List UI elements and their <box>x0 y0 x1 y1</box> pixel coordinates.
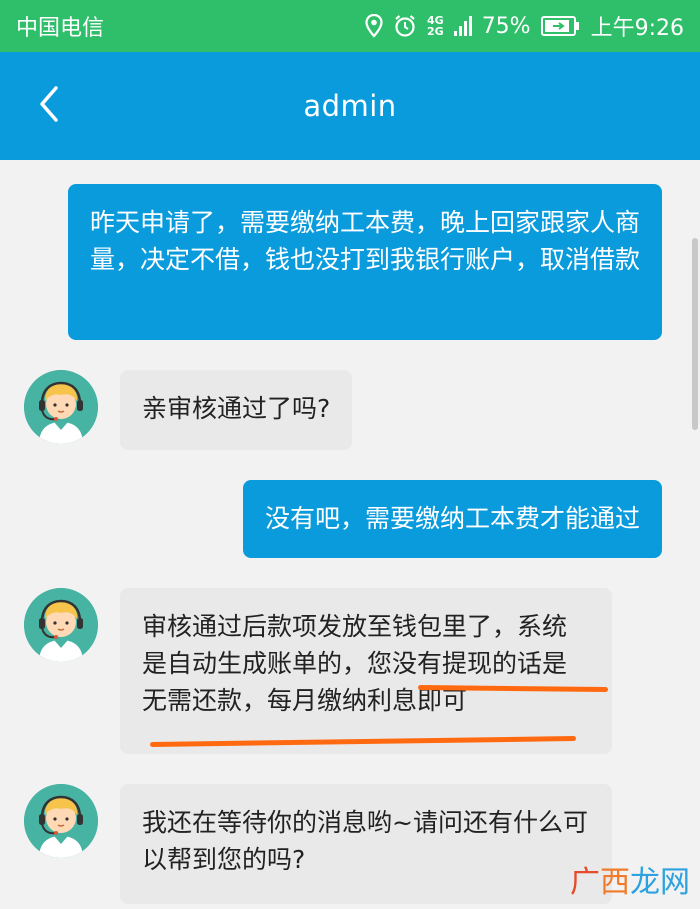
message-bubble-outgoing[interactable]: 昨天申请了，需要缴纳工本费，晚上回家跟家人商量，决定不借，钱也没打到我银行账户，… <box>68 184 662 340</box>
battery-charging-icon <box>540 15 581 37</box>
signal-bars-icon <box>453 15 472 37</box>
message-text: 我还在等待你的消息哟~请问还有什么可以帮到您的吗? <box>142 808 588 874</box>
location-icon <box>365 14 383 38</box>
message-bubble-outgoing[interactable]: 没有吧，需要缴纳工本费才能通过 <box>243 480 662 558</box>
watermark-part-1: 广 <box>570 865 600 900</box>
alarm-clock-icon <box>393 14 417 38</box>
message-bubble-incoming[interactable]: 我还在等待你的消息哟~请问还有什么可以帮到您的吗? <box>120 784 612 904</box>
agent-avatar[interactable] <box>24 370 98 444</box>
watermark-part-3: 龙网 <box>630 865 690 900</box>
title-bar: admin <box>0 52 700 160</box>
status-bar: 中国电信 4G 2G 75% 上午9:26 <box>0 0 700 52</box>
message-text: 没有吧，需要缴纳工本费才能通过 <box>265 504 641 533</box>
customer-service-agent-icon <box>24 784 98 858</box>
chat-message-list[interactable]: 昨天申请了，需要缴纳工本费，晚上回家跟家人商量，决定不借，钱也没打到我银行账户，… <box>0 160 700 909</box>
network-type-bottom: 2G <box>427 25 444 38</box>
site-watermark: 广 西 龙网 <box>570 857 690 901</box>
message-text: 审核通过后款项发放至钱包里了，系统是自动生成账单的，您没有提现的话是无需还款，每… <box>142 612 568 715</box>
watermark-part-2: 西 <box>600 865 630 900</box>
back-button[interactable] <box>28 82 68 130</box>
agent-avatar[interactable] <box>24 784 98 858</box>
message-bubble-incoming[interactable]: 审核通过后款项发放至钱包里了，系统是自动生成账单的，您没有提现的话是无需还款，每… <box>120 588 612 754</box>
chat-scrollbar[interactable] <box>692 238 698 430</box>
network-type-indicator: 4G 2G <box>427 15 444 37</box>
chevron-left-icon <box>36 84 60 128</box>
message-bubble-incoming[interactable]: 亲审核通过了吗? <box>120 370 353 450</box>
clock-time: 上午9:26 <box>590 16 684 41</box>
carrier-name: 中国电信 <box>16 16 105 41</box>
status-icons: 4G 2G 75% 上午9:26 <box>365 10 684 42</box>
agent-avatar[interactable] <box>24 588 98 662</box>
chat-title: admin <box>303 89 397 123</box>
message-text: 昨天申请了，需要缴纳工本费，晚上回家跟家人商量，决定不借，钱也没打到我银行账户，… <box>90 208 641 274</box>
customer-service-agent-icon <box>24 588 98 662</box>
battery-percent: 75% <box>481 13 531 39</box>
message-text: 亲审核通过了吗? <box>142 394 331 423</box>
customer-service-agent-icon <box>24 370 98 444</box>
